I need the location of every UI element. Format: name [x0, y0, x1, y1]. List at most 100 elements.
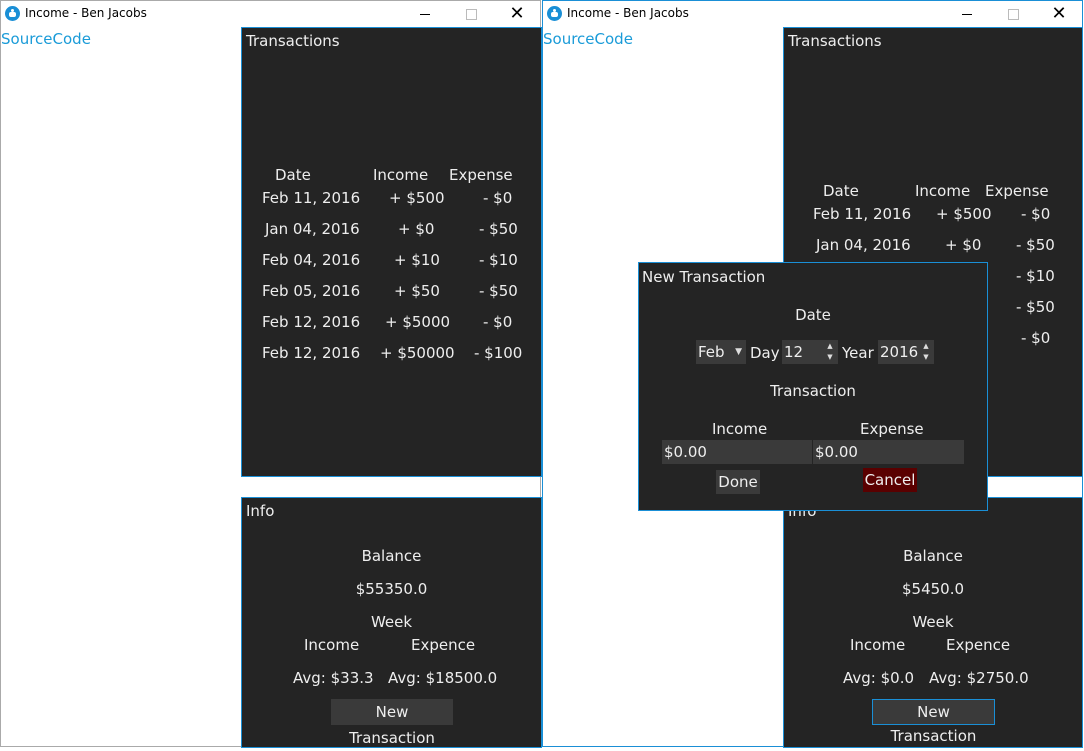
day-spinbox[interactable]: 12 ▲ ▼	[782, 340, 838, 364]
row-expense: - $100	[474, 344, 523, 362]
row-date: Feb 11, 2016	[813, 205, 912, 223]
new-transaction-button[interactable]: New Transaction	[331, 699, 453, 747]
month-select[interactable]: Feb ▼	[696, 340, 746, 364]
dialog-title: New Transaction	[642, 268, 766, 286]
year-label: Year	[842, 344, 874, 362]
balance-value: $55350.0	[355, 580, 428, 598]
app-icon	[5, 6, 20, 21]
row-expense: - $10	[1016, 267, 1055, 285]
avg-income: Avg: $0.0	[843, 669, 915, 687]
week-expense-label: Expence	[946, 636, 1011, 654]
minimize-button[interactable]	[944, 1, 990, 27]
expense-input[interactable]: $0.00	[813, 440, 964, 464]
balance-value: $5450.0	[901, 580, 965, 598]
chevron-down-icon[interactable]: ▼	[921, 352, 931, 363]
transactions-panel: Transactions Date Income Expense Feb 11,…	[241, 27, 542, 477]
app-window-left: Income - Ben Jacobs ✕ SourceCode Transac…	[0, 0, 542, 748]
avg-expense: Avg: $2750.0	[929, 669, 1029, 687]
chevron-down-icon: ▼	[735, 347, 742, 357]
row-income: + $0	[945, 236, 982, 254]
avg-income: Avg: $33.3	[293, 669, 374, 687]
header-date: Date	[823, 182, 859, 200]
title-bar[interactable]: Income - Ben Jacobs ✕	[543, 1, 1082, 27]
minimize-button[interactable]	[402, 1, 448, 27]
week-label: Week	[912, 613, 954, 631]
window-title: Income - Ben Jacobs	[25, 6, 147, 20]
header-expense: Expense	[985, 182, 1049, 200]
chevron-up-icon[interactable]: ▲	[825, 341, 835, 352]
row-expense: - $0	[1021, 329, 1051, 347]
week-income-label: Income	[850, 636, 906, 654]
app-icon	[547, 6, 562, 21]
cancel-button[interactable]: Cancel	[863, 468, 917, 492]
minimize-icon	[420, 13, 430, 15]
day-spinner[interactable]: ▲ ▼	[825, 341, 835, 363]
header-expense: Expense	[449, 166, 513, 184]
minimize-icon	[962, 13, 972, 15]
row-expense: - $50	[1016, 298, 1055, 316]
close-icon: ✕	[509, 3, 525, 24]
maximize-icon	[465, 8, 477, 20]
row-income: + $500	[389, 189, 445, 207]
row-income: + $50	[394, 282, 440, 300]
row-income: + $500	[936, 205, 992, 223]
row-income: + $10	[394, 251, 440, 269]
row-expense: - $50	[479, 282, 518, 300]
year-spinbox[interactable]: 2016 ▲ ▼	[878, 340, 934, 364]
dialog-expense-label: Expense	[860, 420, 924, 438]
info-panel: Info Balance $5450.0 Week Income Expence…	[783, 497, 1083, 748]
info-title: Info	[246, 502, 275, 520]
close-icon: ✕	[1051, 3, 1067, 24]
header-date: Date	[275, 166, 311, 184]
row-income: + $5000	[385, 313, 451, 331]
info-panel: Info Balance $55350.0 Week Income Expenc…	[241, 497, 542, 748]
balance-label: Balance	[361, 547, 422, 565]
row-expense: - $50	[479, 220, 518, 238]
day-label: Day	[750, 344, 780, 362]
date-label: Date	[795, 306, 831, 324]
row-date: Feb 12, 2016	[262, 344, 361, 362]
week-label: Week	[370, 613, 413, 631]
row-date: Feb 05, 2016	[262, 282, 361, 300]
chevron-up-icon[interactable]: ▲	[921, 341, 931, 352]
row-expense: - $10	[479, 251, 518, 269]
maximize-icon	[1007, 8, 1019, 20]
income-input[interactable]: $0.00	[662, 440, 812, 464]
week-expense-label: Expence	[411, 636, 476, 654]
chevron-down-icon[interactable]: ▼	[825, 352, 835, 363]
month-value: Feb	[698, 343, 725, 361]
year-value: 2016	[880, 343, 919, 361]
window-title: Income - Ben Jacobs	[567, 6, 689, 20]
row-income: + $50000	[380, 344, 455, 362]
source-code-link[interactable]: SourceCode	[543, 30, 633, 48]
avg-expense: Avg: $18500.0	[388, 669, 498, 687]
row-date: Jan 04, 2016	[265, 220, 360, 238]
maximize-button[interactable]	[448, 1, 494, 27]
balance-label: Balance	[903, 547, 963, 565]
new-transaction-button[interactable]: New Transaction	[872, 699, 995, 745]
row-date: Feb 04, 2016	[262, 251, 361, 269]
close-button[interactable]: ✕	[1036, 1, 1082, 27]
row-expense: - $0	[1021, 205, 1051, 223]
close-button[interactable]: ✕	[494, 1, 540, 27]
header-income: Income	[373, 166, 429, 184]
row-expense: - $0	[483, 189, 513, 207]
source-code-link[interactable]: SourceCode	[1, 30, 91, 48]
year-spinner[interactable]: ▲ ▼	[921, 341, 931, 363]
row-income: + $0	[398, 220, 435, 238]
week-income-label: Income	[304, 636, 360, 654]
title-bar[interactable]: Income - Ben Jacobs ✕	[1, 1, 540, 27]
transactions-title: Transactions	[788, 32, 882, 50]
row-expense: - $50	[1016, 236, 1055, 254]
row-date: Feb 12, 2016	[262, 313, 361, 331]
transactions-title: Transactions	[246, 32, 340, 50]
new-transaction-dialog: New Transaction Date Feb ▼ Day 12 ▲ ▼ Ye…	[638, 262, 988, 511]
maximize-button[interactable]	[990, 1, 1036, 27]
dialog-income-label: Income	[712, 420, 768, 438]
done-button[interactable]: Done	[716, 470, 760, 494]
row-expense: - $0	[483, 313, 513, 331]
transaction-label: Transaction	[770, 382, 856, 400]
day-value: 12	[784, 343, 804, 361]
row-date: Jan 04, 2016	[816, 236, 911, 254]
row-date: Feb 11, 2016	[262, 189, 361, 207]
